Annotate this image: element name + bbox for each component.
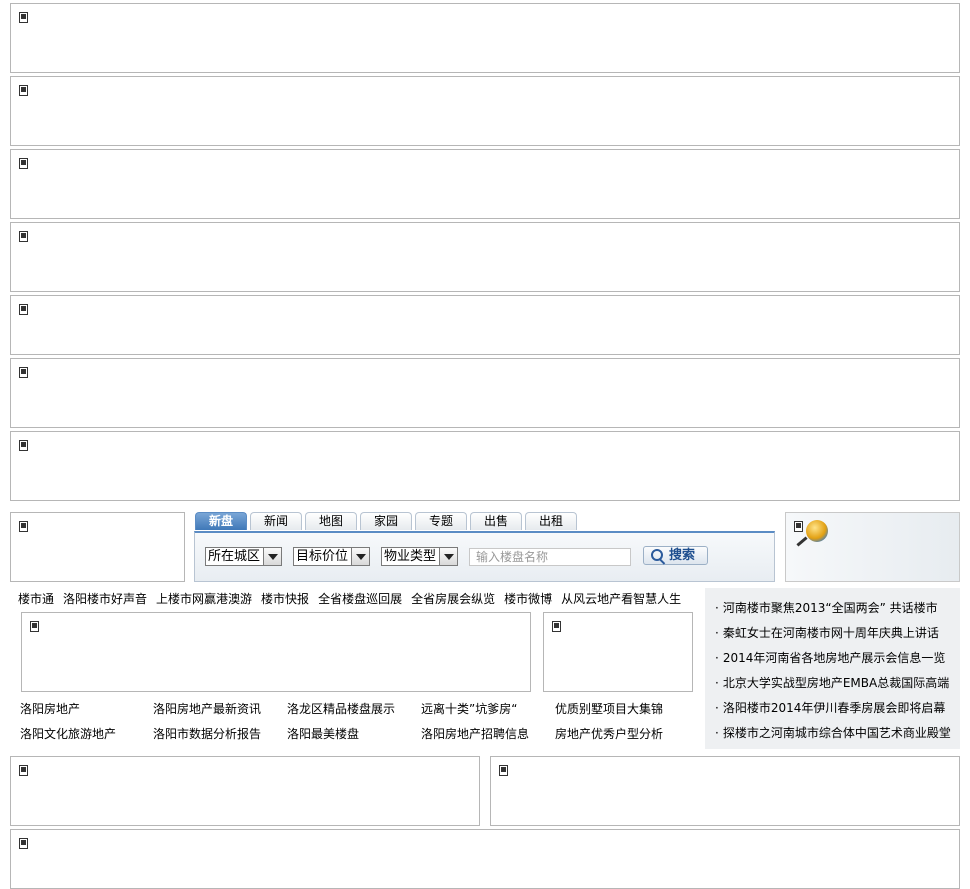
- quick-nav: 楼市通 洛阳楼市好声音 上楼市网赢港澳游 楼市快报 全省楼盘巡回展 全省房展会纵览 楼市微博…: [18, 590, 693, 608]
- link-item[interactable]: 远离十类”坑爹房“: [421, 700, 517, 717]
- tab-topics[interactable]: 专题: [415, 512, 467, 530]
- link-item[interactable]: 洛阳市数据分析报告: [153, 725, 261, 742]
- tab-for-sale[interactable]: 出售: [470, 512, 522, 530]
- district-select[interactable]: 所在城区: [205, 547, 282, 566]
- chevron-down-icon[interactable]: [439, 547, 458, 566]
- placeholder-icon: [19, 521, 28, 532]
- banner-ad-2[interactable]: [10, 76, 960, 146]
- nav-item[interactable]: 楼市通: [18, 592, 54, 606]
- banner-ad-5[interactable]: [10, 295, 960, 355]
- search-button-label: 搜索: [669, 548, 696, 563]
- news-title[interactable]: 2014年河南省各地房地产展示会信息一览: [723, 651, 946, 665]
- bottom-ad-wide[interactable]: [10, 829, 960, 889]
- placeholder-icon: [19, 12, 28, 23]
- link-item[interactable]: 洛阳最美楼盘: [287, 725, 359, 742]
- placeholder-icon: [19, 158, 28, 169]
- news-title[interactable]: 洛阳楼市2014年伊川春季房展会即将启幕: [723, 701, 946, 715]
- banner-ad-7[interactable]: [10, 431, 960, 501]
- placeholder-icon: [552, 621, 561, 632]
- banner-ad-3[interactable]: [10, 149, 960, 219]
- placeholder-icon: [19, 85, 28, 96]
- tab-news[interactable]: 新闻: [250, 512, 302, 530]
- nav-item[interactable]: 全省楼盘巡回展: [318, 592, 402, 606]
- news-list: · 河南楼市聚焦2013“全国两会” 共话楼市 · 秦虹女士在河南楼市网十周年庆典上…: [705, 588, 960, 749]
- nav-item[interactable]: 全省房展会纵览: [411, 592, 495, 606]
- site-logo-placeholder[interactable]: [10, 512, 185, 582]
- placeholder-icon: [30, 621, 39, 632]
- banner-ad-4[interactable]: [10, 222, 960, 292]
- tab-new-homes[interactable]: 新盘: [195, 512, 247, 530]
- news-item[interactable]: · 北京大学实战型房地产EMBA总裁国际高端: [715, 674, 949, 691]
- news-title[interactable]: 探楼市之河南城市综合体中国艺术商业殿堂: [723, 726, 951, 740]
- news-title[interactable]: 秦虹女士在河南楼市网十周年庆典上讲话: [723, 626, 939, 640]
- globe-icon: [806, 520, 828, 542]
- news-item[interactable]: · 河南楼市聚焦2013“全国两会” 共话楼市: [715, 599, 938, 616]
- news-item[interactable]: · 洛阳楼市2014年伊川春季房展会即将启幕: [715, 699, 945, 716]
- feature-ad-left[interactable]: [21, 612, 531, 692]
- price-select[interactable]: 目标价位: [293, 547, 370, 566]
- chevron-down-icon[interactable]: [263, 547, 282, 566]
- tab-for-rent[interactable]: 出租: [525, 512, 577, 530]
- link-item[interactable]: 洛龙区精品楼盘展示: [287, 700, 395, 717]
- bottom-ad-left[interactable]: [10, 756, 480, 826]
- tab-map[interactable]: 地图: [305, 512, 357, 530]
- news-item[interactable]: · 探楼市之河南城市综合体中国艺术商业殿堂: [715, 724, 951, 741]
- chevron-down-icon[interactable]: [351, 547, 370, 566]
- link-item[interactable]: 洛阳房地产最新资讯: [153, 700, 261, 717]
- district-select-value: 所在城区: [208, 549, 261, 564]
- keyword-input[interactable]: 输入楼盘名称: [469, 548, 631, 566]
- placeholder-icon: [19, 367, 28, 378]
- placeholder-icon: [19, 440, 28, 451]
- placeholder-icon: [19, 765, 28, 776]
- placeholder-icon: [794, 521, 803, 532]
- nav-item[interactable]: 上楼市网赢港澳游: [156, 592, 252, 606]
- nav-item[interactable]: 洛阳楼市好声音: [63, 592, 147, 606]
- search-form: 所在城区 目标价位 物业类型 输入楼盘名称 搜索: [194, 531, 775, 582]
- nav-item[interactable]: 从风云地产看智慧人生: [561, 592, 681, 606]
- bottom-ad-right[interactable]: [490, 756, 960, 826]
- placeholder-icon: [499, 765, 508, 776]
- search-button[interactable]: 搜索: [643, 546, 708, 565]
- nav-item[interactable]: 楼市微博: [504, 592, 552, 606]
- search-icon: [651, 549, 663, 561]
- placeholder-icon: [19, 304, 28, 315]
- news-item[interactable]: · 秦虹女士在河南楼市网十周年庆典上讲话: [715, 624, 939, 641]
- news-title[interactable]: 北京大学实战型房地产EMBA总裁国际高端: [723, 676, 949, 690]
- link-item[interactable]: 洛阳房地产招聘信息: [421, 725, 529, 742]
- feature-ad-right[interactable]: [543, 612, 693, 692]
- tab-home[interactable]: 家园: [360, 512, 412, 530]
- news-item[interactable]: · 2014年河南省各地房地产展示会信息一览: [715, 649, 945, 666]
- price-select-value: 目标价位: [296, 549, 349, 564]
- link-item[interactable]: 洛阳房地产: [20, 700, 80, 717]
- placeholder-icon: [19, 231, 28, 242]
- property-type-select-value: 物业类型: [384, 549, 437, 564]
- banner-ad-1[interactable]: [10, 3, 960, 73]
- link-item[interactable]: 洛阳文化旅游地产: [20, 725, 116, 742]
- banner-ad-6[interactable]: [10, 358, 960, 428]
- nav-item[interactable]: 楼市快报: [261, 592, 309, 606]
- search-panel: 新盘 新闻 地图 家园 专题 出售 出租 所在城区 目标价位 物业类型 输入楼盘…: [194, 510, 775, 582]
- promo-image-box[interactable]: [785, 512, 960, 582]
- placeholder-icon: [19, 838, 28, 849]
- news-title[interactable]: 河南楼市聚焦2013“全国两会” 共话楼市: [723, 601, 938, 615]
- link-item[interactable]: 优质别墅项目大集锦: [555, 700, 663, 717]
- property-type-select[interactable]: 物业类型: [381, 547, 458, 566]
- link-item[interactable]: 房地产优秀户型分析: [555, 725, 663, 742]
